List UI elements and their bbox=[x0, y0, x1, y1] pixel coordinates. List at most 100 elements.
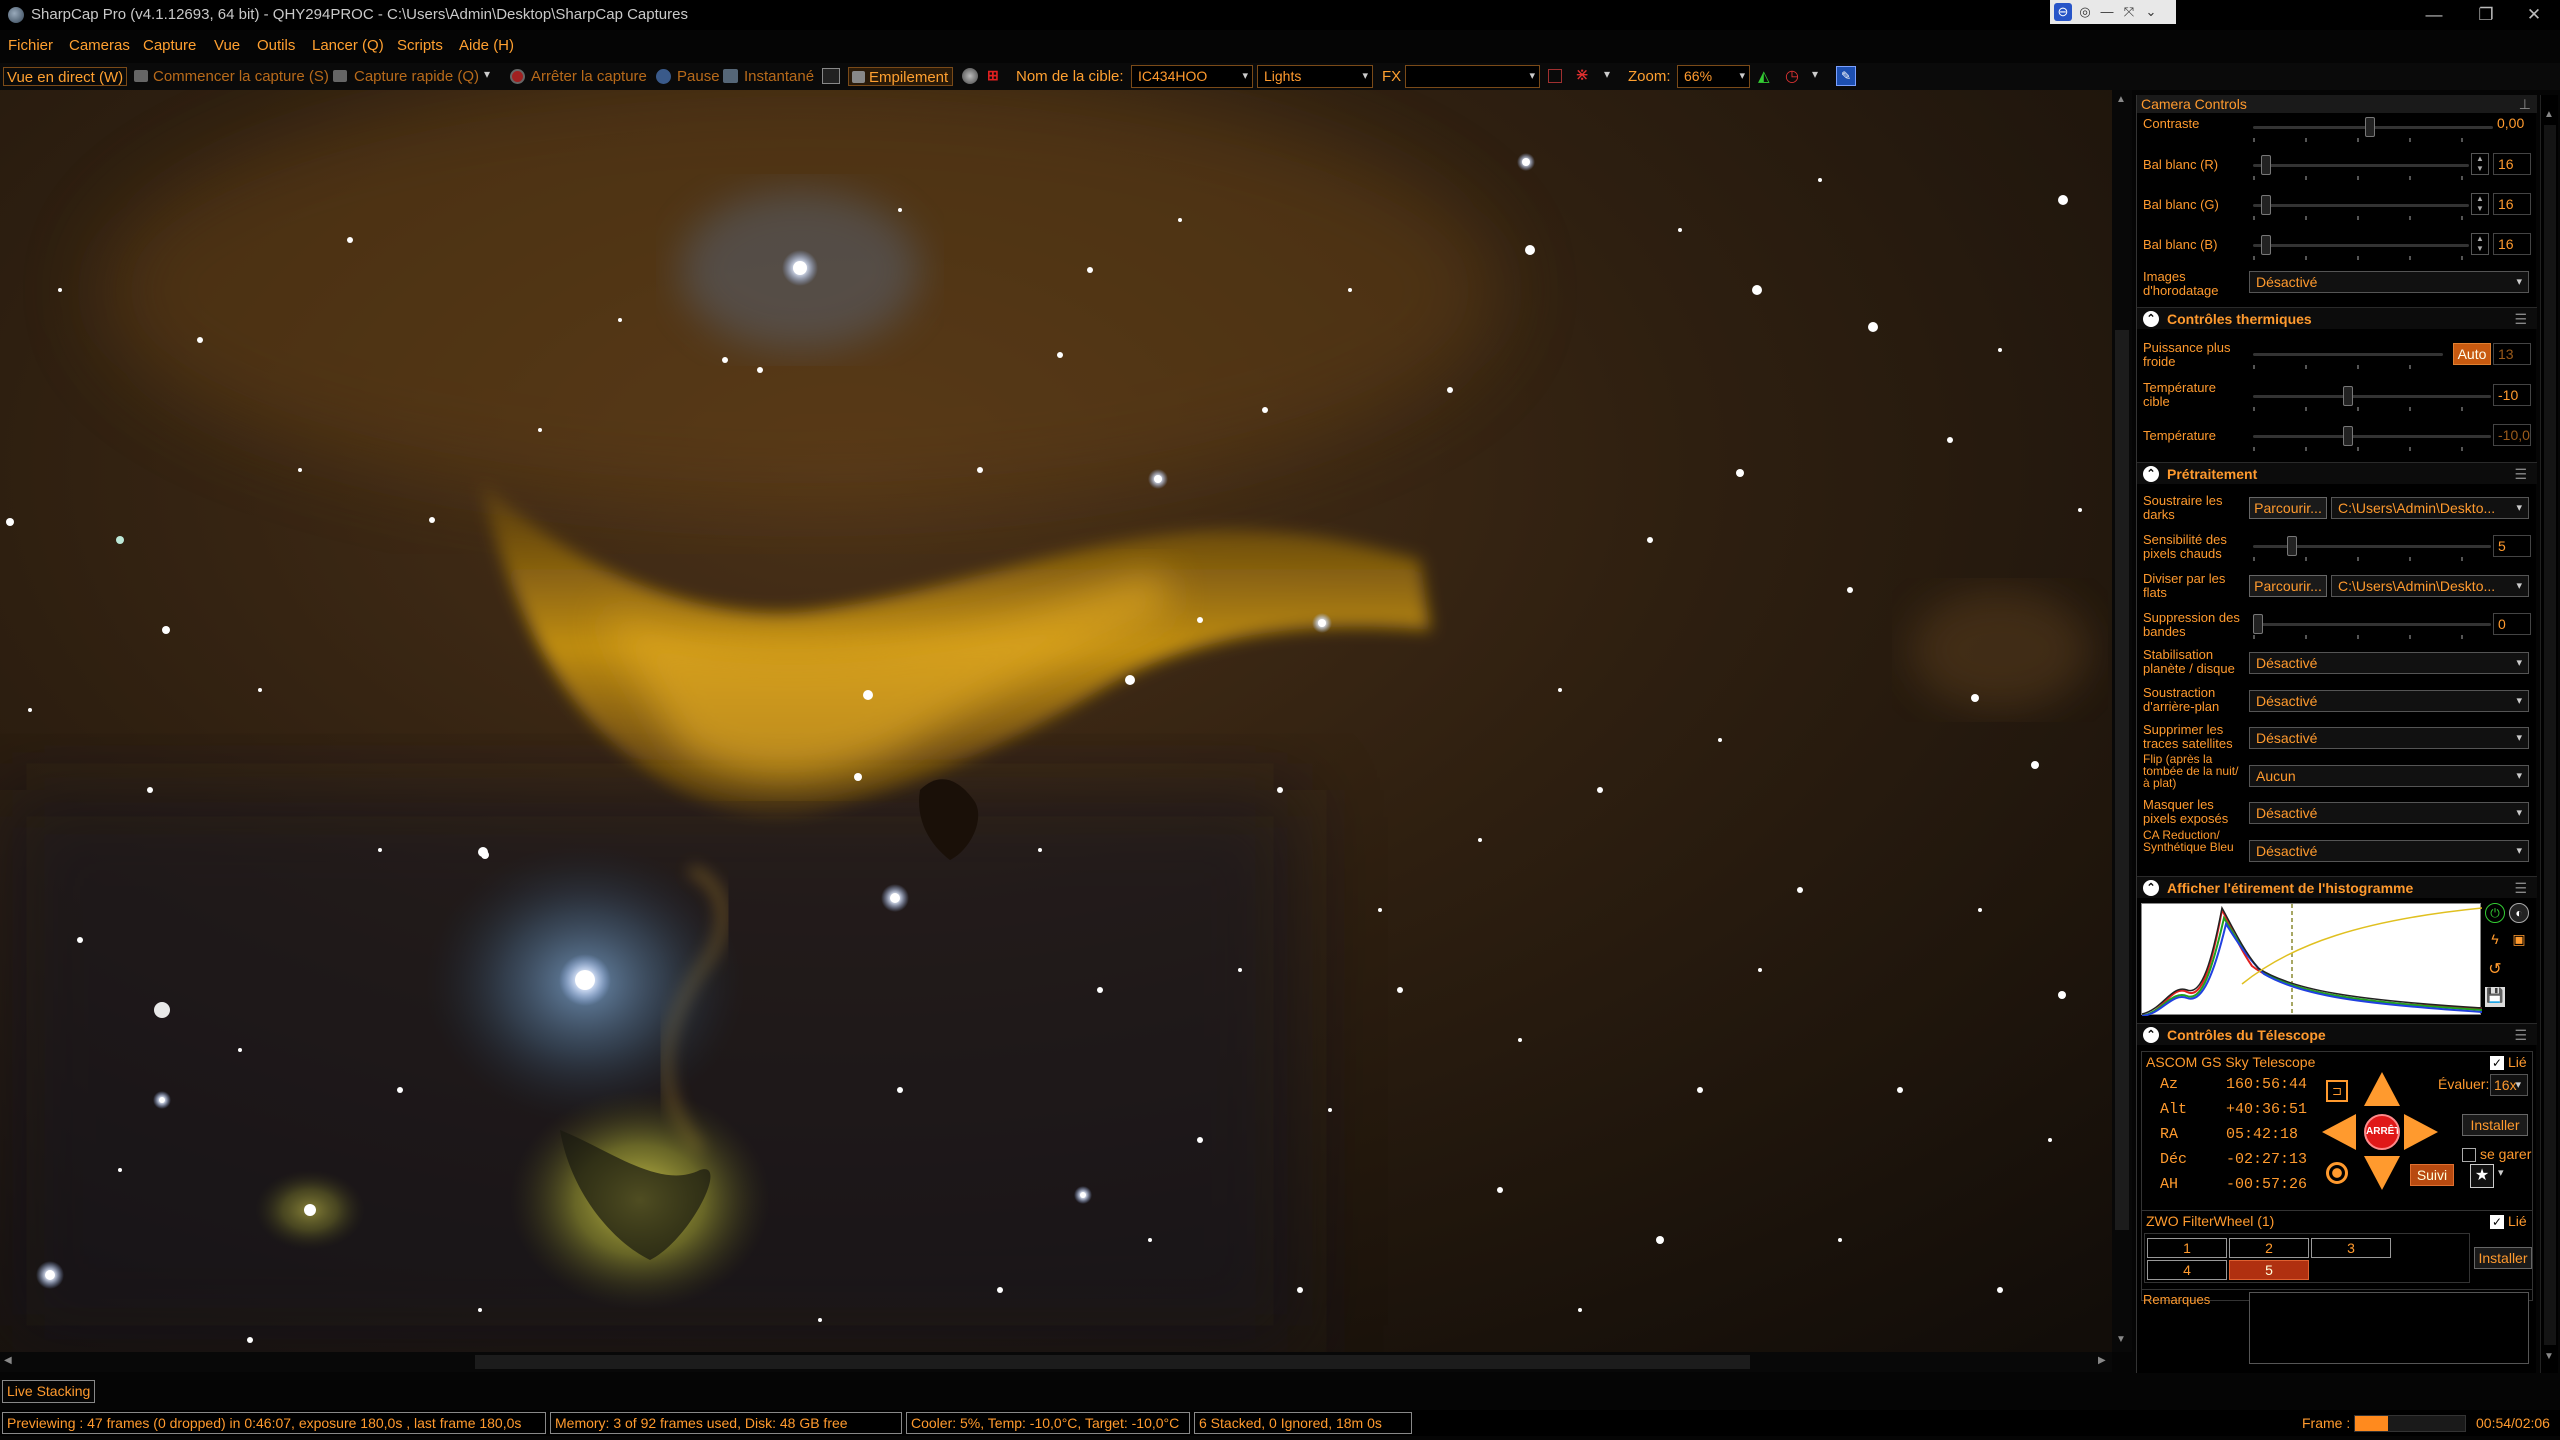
timer-icon[interactable]: ◷ bbox=[1785, 66, 1799, 86]
target-name-input[interactable]: IC434HOO bbox=[1131, 65, 1253, 88]
collapse-chevron-icon[interactable]: ⌃ bbox=[2143, 466, 2159, 482]
image-horizontal-scrollbar[interactable]: ◀ ▶ bbox=[0, 1352, 2112, 1372]
snapshot-button[interactable]: Instantané bbox=[744, 67, 814, 86]
chevron-down-icon[interactable]: ⌄ bbox=[2142, 3, 2160, 21]
cooler-power-value[interactable]: 13 bbox=[2493, 343, 2531, 365]
scroll-right-icon[interactable]: ▶ bbox=[2098, 1355, 2106, 1366]
live-view-button[interactable]: Vue en direct (W) bbox=[3, 67, 128, 86]
histogram-display-icon[interactable] bbox=[822, 68, 840, 84]
filter-slot-2[interactable]: 2 bbox=[2229, 1238, 2309, 1258]
collapse-chevron-icon[interactable]: ⌃ bbox=[2143, 1027, 2159, 1043]
wb-green-slider[interactable] bbox=[2253, 195, 2469, 220]
slew-west-arrow-icon[interactable] bbox=[2322, 1114, 2356, 1150]
globe-icon[interactable]: ◎ bbox=[2076, 3, 2094, 21]
contrast-slider[interactable] bbox=[2253, 117, 2493, 142]
cooler-power-slider[interactable] bbox=[2253, 353, 2443, 369]
cooler-auto-button[interactable]: Auto bbox=[2453, 343, 2491, 365]
wb-blue-spinner[interactable]: ▲ ▼ bbox=[2471, 233, 2489, 255]
camera-image-view[interactable] bbox=[0, 90, 2112, 1352]
home-target-icon[interactable] bbox=[2326, 1162, 2348, 1184]
panel-scroll-thumb[interactable] bbox=[2544, 125, 2556, 1345]
fx-select[interactable] bbox=[1405, 65, 1540, 88]
histogram-green-icon[interactable]: ◭ bbox=[1758, 67, 1770, 85]
histogram-chart[interactable] bbox=[2141, 903, 2483, 1017]
telescope-section-header[interactable]: ⌃ Contrôles du Télescope ☰ bbox=[2137, 1023, 2537, 1045]
close-button[interactable]: ✕ bbox=[2508, 0, 2560, 30]
minimize-small-icon[interactable]: — bbox=[2098, 3, 2116, 21]
panel-scrollbar[interactable]: ▲ ▼ bbox=[2540, 95, 2558, 1373]
flats-browse-button[interactable]: Parcourir... bbox=[2249, 575, 2327, 597]
filter-slot-5[interactable]: 5 bbox=[2229, 1260, 2309, 1280]
preprocessing-section-header[interactable]: ⌃ Prétraitement ☰ bbox=[2137, 462, 2537, 484]
target-temp-slider[interactable] bbox=[2253, 386, 2491, 411]
moon-icon[interactable] bbox=[962, 68, 978, 84]
resize-icon[interactable]: ⤧ bbox=[2120, 3, 2138, 21]
flip-select[interactable]: Aucun bbox=[2249, 765, 2529, 787]
thermal-section-header[interactable]: ⌃ Contrôles thermiques ☰ bbox=[2137, 307, 2537, 329]
telescope-setup-button[interactable]: Installer bbox=[2462, 1114, 2528, 1136]
quick-capture-dropdown-icon[interactable]: ▾ bbox=[484, 67, 490, 81]
banding-value[interactable]: 0 bbox=[2493, 613, 2531, 635]
minimize-button[interactable]: — bbox=[2408, 0, 2460, 30]
menu-help[interactable]: Aide (H) bbox=[459, 37, 514, 54]
filter-slot-3[interactable]: 3 bbox=[2311, 1238, 2391, 1258]
collapse-chevron-icon[interactable]: ⌃ bbox=[2143, 311, 2159, 327]
wb-red-slider[interactable] bbox=[2253, 155, 2469, 180]
pin-panel-icon[interactable]: ⊥ bbox=[2519, 95, 2531, 113]
slew-north-arrow-icon[interactable] bbox=[2364, 1072, 2400, 1106]
pause-button[interactable]: Pause bbox=[677, 67, 720, 86]
reticle-box-icon[interactable] bbox=[1548, 69, 1562, 83]
stacking-button[interactable]: Empilement bbox=[848, 67, 954, 86]
slew-east-arrow-icon[interactable] bbox=[2404, 1114, 2438, 1150]
stop-capture-button[interactable]: Arrêter la capture bbox=[531, 67, 647, 86]
menu-tools[interactable]: Outils bbox=[257, 37, 295, 54]
menu-icon[interactable]: ☰ bbox=[2514, 1024, 2527, 1046]
pin-icon[interactable]: ✎ bbox=[1836, 66, 1856, 86]
start-capture-button[interactable]: Commencer la capture (S) bbox=[153, 67, 329, 86]
wb-red-value[interactable]: 16 bbox=[2493, 153, 2531, 175]
lock-icon[interactable]: ▣ bbox=[2509, 931, 2529, 951]
satellite-select[interactable]: Désactivé bbox=[2249, 727, 2529, 749]
collapse-chevron-icon[interactable]: ⌃ bbox=[2143, 880, 2159, 896]
scroll-left-icon[interactable]: ◀ bbox=[4, 1355, 12, 1366]
wb-green-value[interactable]: 16 bbox=[2493, 193, 2531, 215]
wb-blue-value[interactable]: 16 bbox=[2493, 233, 2531, 255]
panel-scroll-up-icon[interactable]: ▲ bbox=[2544, 109, 2554, 120]
histogram-section-header[interactable]: ⌃ Afficher l'étirement de l'histogramme … bbox=[2137, 876, 2537, 898]
image-vertical-scrollbar[interactable]: ▲ ▼ bbox=[2112, 90, 2132, 1352]
stabilize-select[interactable]: Désactivé bbox=[2249, 652, 2529, 674]
filterwheel-setup-button[interactable]: Installer bbox=[2474, 1247, 2532, 1269]
filterwheel-linked-checkbox[interactable]: ✓ bbox=[2490, 1215, 2504, 1229]
contrast-value[interactable]: 0,00 bbox=[2493, 113, 2531, 135]
frame-type-select[interactable]: Lights bbox=[1257, 65, 1373, 88]
notes-textarea[interactable] bbox=[2249, 1292, 2529, 1364]
menu-scripts[interactable]: Scripts bbox=[397, 37, 443, 54]
stop-slew-button[interactable]: ARRÊTE bbox=[2364, 1114, 2400, 1150]
timer-dropdown-icon[interactable]: ▾ bbox=[1812, 67, 1818, 81]
device-icon[interactable]: ⊖ bbox=[2054, 3, 2072, 21]
ca-reduction-select[interactable]: Désactivé bbox=[2249, 840, 2529, 862]
menu-cameras[interactable]: Cameras bbox=[69, 37, 130, 54]
scroll-up-icon[interactable]: ▲ bbox=[2116, 94, 2126, 105]
menu-icon[interactable]: ☰ bbox=[2514, 877, 2527, 899]
wb-green-spinner[interactable]: ▲ ▼ bbox=[2471, 193, 2489, 215]
scroll-down-icon[interactable]: ▼ bbox=[2116, 1334, 2126, 1345]
live-stacking-tab[interactable]: Live Stacking bbox=[2, 1380, 96, 1403]
timestamp-select[interactable]: Désactivé bbox=[2249, 271, 2529, 293]
auto-stretch-icon[interactable]: ⏻ bbox=[2485, 903, 2505, 923]
target-temp-value[interactable]: -10 bbox=[2493, 384, 2531, 406]
slew-south-arrow-icon[interactable] bbox=[2364, 1156, 2400, 1190]
vertical-scroll-thumb[interactable] bbox=[2115, 330, 2129, 1230]
menu-capture[interactable]: Capture bbox=[143, 37, 196, 54]
crosshair-icon[interactable]: ⋇ bbox=[1575, 65, 1589, 85]
goto-icon[interactable]: ⊐ bbox=[2326, 1080, 2348, 1102]
maximize-button[interactable]: ❐ bbox=[2460, 0, 2512, 30]
quick-capture-button[interactable]: Capture rapide (Q) bbox=[354, 67, 479, 86]
menu-icon[interactable]: ☰ bbox=[2514, 463, 2527, 485]
save-icon[interactable]: 💾 bbox=[2485, 987, 2505, 1007]
tracking-button[interactable]: Suivi bbox=[2410, 1164, 2454, 1186]
star-dropdown-icon[interactable]: ▾ bbox=[2498, 1166, 2504, 1179]
banding-slider[interactable] bbox=[2253, 614, 2491, 639]
telescope-linked-checkbox[interactable]: ✓ bbox=[2490, 1056, 2504, 1070]
rate-select[interactable]: 16x bbox=[2490, 1074, 2528, 1096]
